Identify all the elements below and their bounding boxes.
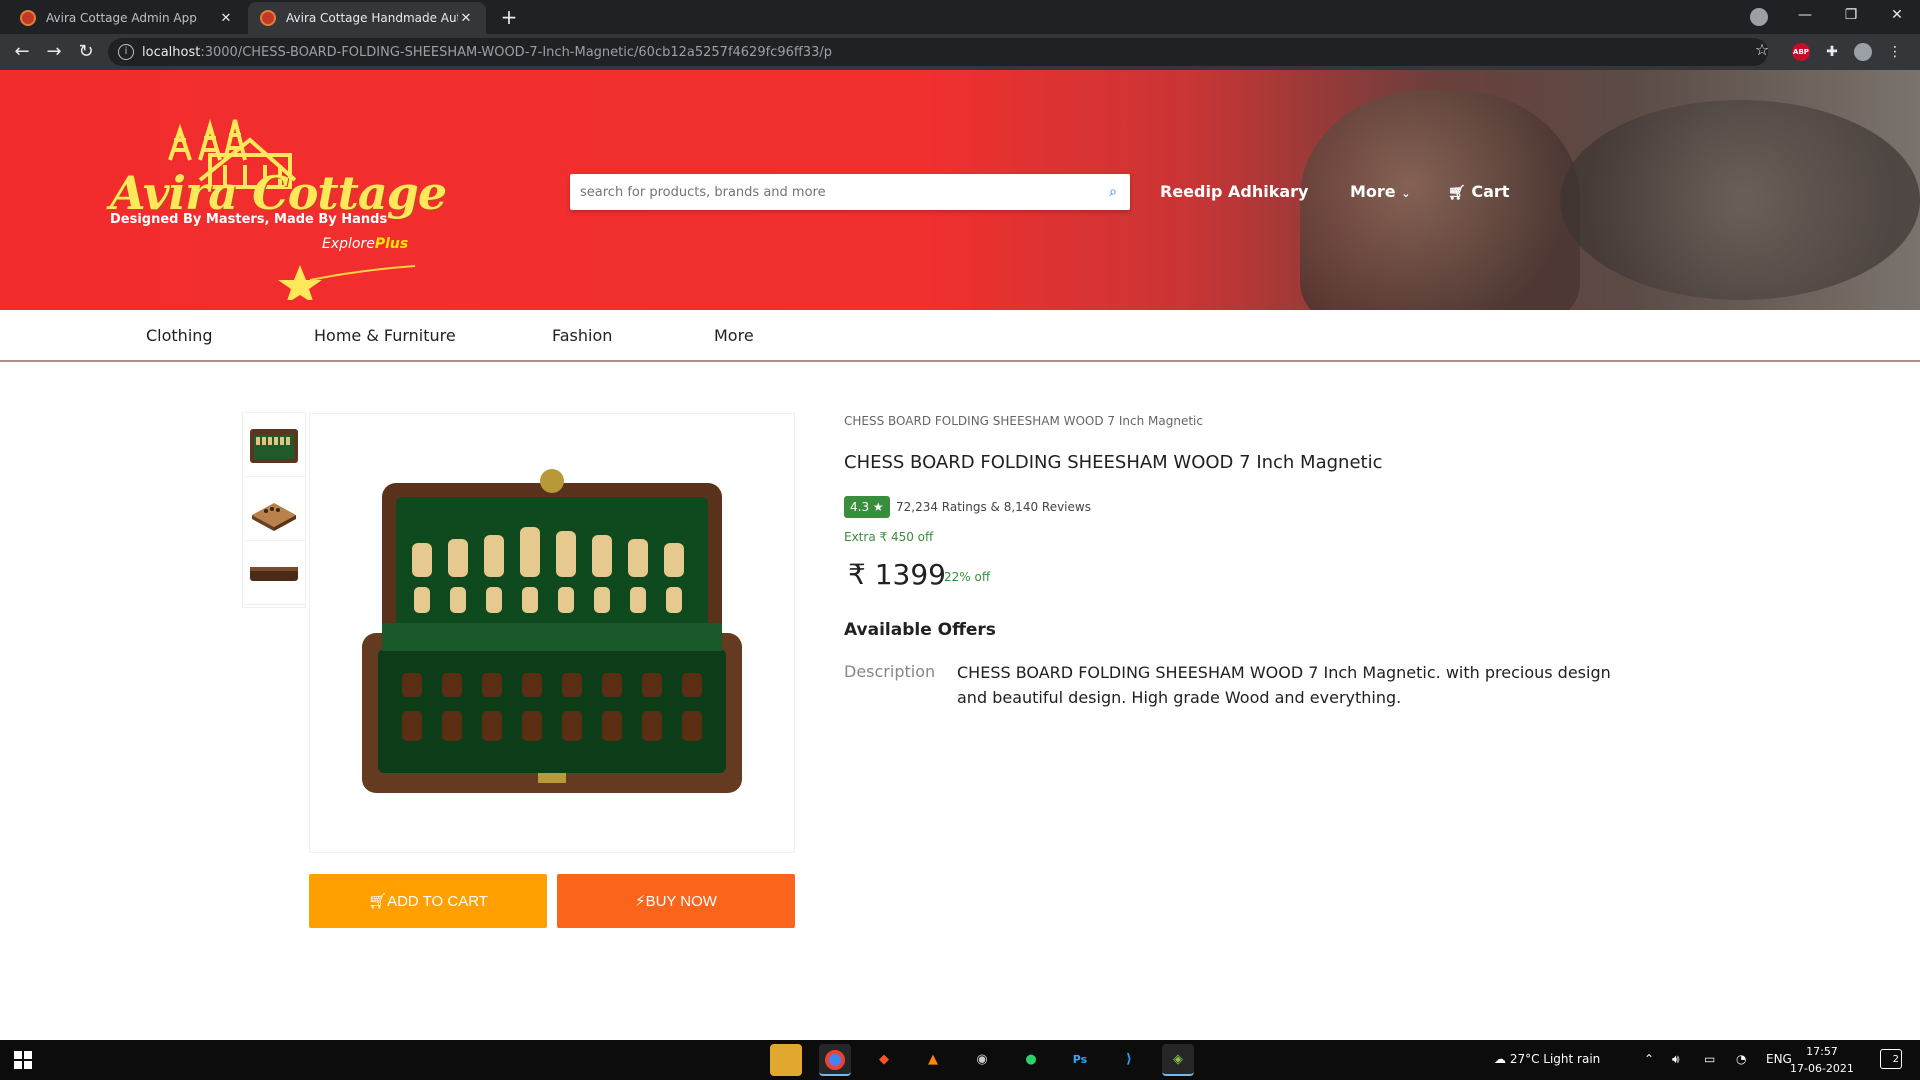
- url-path: :3000/CHESS-BOARD-FOLDING-SHEESHAM-WOOD-…: [200, 44, 832, 60]
- photoshop-icon[interactable]: Ps: [1064, 1044, 1096, 1076]
- favicon-icon: [20, 10, 36, 26]
- reload-icon[interactable]: ↻: [72, 38, 100, 66]
- weather-text: 27°C Light rain: [1509, 1052, 1601, 1066]
- lightning-icon: ⚡︎: [635, 893, 646, 910]
- brave-icon[interactable]: ◆: [868, 1044, 900, 1076]
- profile-avatar[interactable]: [1854, 43, 1872, 61]
- extensions-puzzle-icon[interactable]: ✚: [1822, 43, 1842, 61]
- thumbnail-3[interactable]: [243, 541, 305, 605]
- chess-board-thumbnail-icon: [252, 502, 296, 531]
- add-to-cart-button[interactable]: 🛒︎ ADD TO CART: [309, 874, 547, 928]
- clock-date: 17-06-2021: [1790, 1062, 1854, 1075]
- close-tab-icon[interactable]: ✕: [458, 11, 474, 26]
- pottery-background-image: [1300, 90, 1580, 310]
- volume-icon[interactable]: 🔊︎: [1672, 1052, 1680, 1067]
- cart-button[interactable]: 🛒︎ Cart: [1448, 182, 1509, 201]
- buy-now-label: BUY NOW: [645, 892, 717, 910]
- thumbnail-1[interactable]: [243, 413, 305, 477]
- category-more[interactable]: More: [714, 326, 754, 345]
- user-account-link[interactable]: Reedip Adhikary: [1160, 182, 1308, 201]
- explore-label: Explore: [322, 236, 375, 252]
- address-bar[interactable]: i localhost:3000/CHESS-BOARD-FOLDING-SHE…: [108, 38, 1768, 66]
- category-clothing[interactable]: Clothing: [146, 326, 213, 345]
- rating-badge: 4.3 ★: [844, 496, 890, 518]
- url-host: localhost: [142, 44, 201, 60]
- windows-start-icon[interactable]: [14, 1051, 32, 1069]
- browser-menu-icon[interactable]: ⋮: [1888, 43, 1902, 61]
- windows-taskbar: ◆ ▲ ◉ ● Ps ⟩ ◈ ☁︎ 27°C Light rain ⌃ 🔊︎ ▭…: [0, 1040, 1920, 1080]
- star-icon: ★: [872, 500, 884, 514]
- product-thumbnails: [242, 412, 306, 608]
- chevron-down-icon: ⌄: [1401, 187, 1411, 200]
- notification-center-icon[interactable]: 2: [1880, 1049, 1902, 1069]
- category-nav: Clothing Home & Furniture Fashion More: [0, 310, 1920, 362]
- thumbnail-2[interactable]: [243, 477, 305, 541]
- tab-title: Avira Cottage Admin App: [46, 11, 197, 25]
- minimize-button[interactable]: —: [1782, 0, 1828, 34]
- git-app-icon[interactable]: ◈: [1162, 1044, 1194, 1076]
- discount-percent: 22% off: [944, 570, 991, 584]
- add-to-cart-label: ADD TO CART: [387, 892, 488, 910]
- buy-now-button[interactable]: ⚡︎ BUY NOW: [557, 874, 795, 928]
- plus-label: Plus: [374, 236, 409, 252]
- restore-button[interactable]: ❐: [1828, 0, 1874, 34]
- wifi-icon[interactable]: ◔: [1736, 1052, 1746, 1066]
- ratings-reviews-count: 72,234 Ratings & 8,140 Reviews: [896, 500, 1091, 514]
- more-label: More: [1350, 182, 1396, 201]
- cloud-icon: ☁︎: [1494, 1052, 1506, 1066]
- closed-box-thumbnail-icon: [250, 566, 298, 581]
- product-price: ₹ 1399: [848, 558, 946, 591]
- chess-box-thumbnail-icon: [250, 428, 298, 463]
- browser-toolbar: ← → ↻ i localhost:3000/CHESS-BOARD-FOLDI…: [0, 34, 1920, 70]
- adblock-extension-icon[interactable]: ABP: [1792, 43, 1810, 61]
- vlc-icon[interactable]: ▲: [917, 1044, 949, 1076]
- description-text: CHESS BOARD FOLDING SHEESHAM WOOD 7 Inch…: [957, 663, 1611, 707]
- search-input[interactable]: search for products, brands and more ⌕: [570, 174, 1130, 210]
- chrome-icon[interactable]: [819, 1044, 851, 1076]
- rating-value: 4.3: [850, 500, 870, 514]
- clock-time: 17:57: [1806, 1045, 1838, 1058]
- vscode-icon[interactable]: ⟩: [1113, 1044, 1145, 1076]
- extra-discount: Extra ₹ 450 off: [844, 530, 934, 544]
- chess-set-image: [362, 469, 742, 793]
- file-explorer-icon[interactable]: [770, 1044, 802, 1076]
- tab-title: Avira Cottage Handmade Authen: [286, 11, 458, 25]
- tab-handmade-store[interactable]: Avira Cottage Handmade Authen ✕: [248, 2, 486, 34]
- whatsapp-icon[interactable]: ●: [1015, 1044, 1047, 1076]
- site-info-icon[interactable]: i: [118, 44, 134, 60]
- tray-chevron-icon[interactable]: ⌃: [1644, 1052, 1654, 1066]
- site-header: Avira Cottage Designed By Masters, Made …: [0, 70, 1920, 310]
- favicon-icon: [260, 10, 276, 26]
- bookmark-star-icon[interactable]: ☆: [1752, 41, 1772, 59]
- battery-icon[interactable]: ▭: [1704, 1052, 1715, 1066]
- weather-widget[interactable]: ☁︎ 27°C Light rain: [1494, 1052, 1600, 1066]
- obs-icon[interactable]: ◉: [966, 1044, 998, 1076]
- product-main-image[interactable]: [309, 413, 795, 853]
- search-icon[interactable]: ⌕: [1106, 185, 1120, 199]
- category-fashion[interactable]: Fashion: [552, 326, 612, 345]
- hands-background-image: [1560, 100, 1920, 300]
- logo-tagline: Designed By Masters, Made By Hands: [110, 212, 388, 227]
- breadcrumb[interactable]: CHESS BOARD FOLDING SHEESHAM WOOD 7 Inch…: [844, 414, 1203, 428]
- description-label: Description: [844, 662, 936, 681]
- browser-tab-strip: Avira Cottage Admin App ✕ Avira Cottage …: [0, 0, 1920, 34]
- close-tab-icon[interactable]: ✕: [218, 11, 234, 26]
- cart-label: Cart: [1471, 182, 1510, 201]
- explore-plus-link[interactable]: ExplorePlus: [322, 236, 408, 252]
- new-tab-button[interactable]: +: [496, 5, 522, 31]
- category-home-furniture[interactable]: Home & Furniture: [314, 326, 456, 345]
- available-offers-heading: Available Offers: [844, 620, 996, 640]
- more-menu-button[interactable]: More ⌄: [1350, 182, 1410, 201]
- back-icon[interactable]: ←: [8, 38, 36, 66]
- language-indicator[interactable]: ENG: [1766, 1052, 1792, 1066]
- product-title: CHESS BOARD FOLDING SHEESHAM WOOD 7 Inch…: [844, 452, 1383, 473]
- forward-icon[interactable]: →: [40, 38, 68, 66]
- cart-icon: 🛒︎: [368, 893, 388, 910]
- system-clock[interactable]: 17:57 17-06-2021: [1790, 1043, 1854, 1077]
- search-placeholder: search for products, brands and more: [580, 184, 826, 200]
- tab-admin-app[interactable]: Avira Cottage Admin App ✕: [8, 2, 246, 34]
- cart-icon: 🛒︎: [1448, 185, 1466, 201]
- close-window-button[interactable]: ✕: [1874, 0, 1920, 34]
- tab-search-icon[interactable]: [1750, 8, 1768, 26]
